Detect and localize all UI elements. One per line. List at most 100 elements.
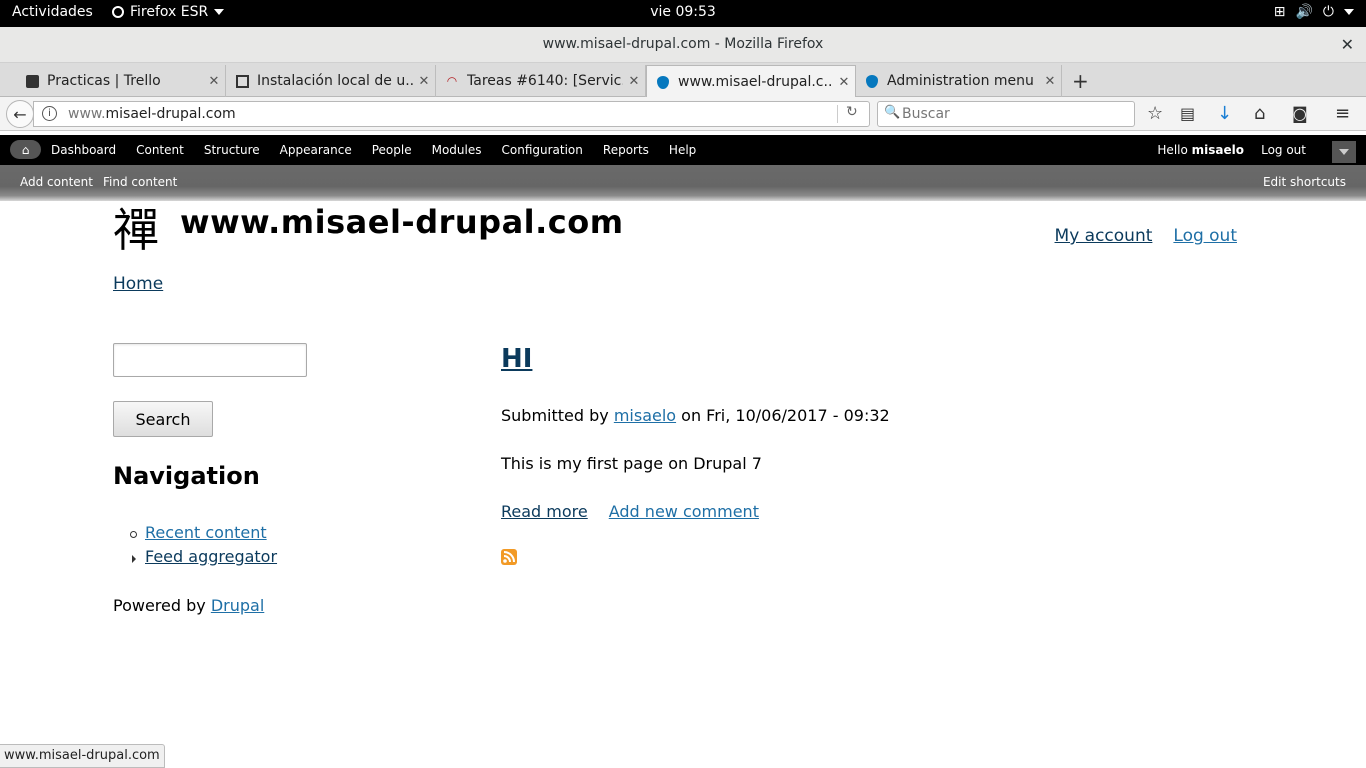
shortcuts-bar: Add content Find content Edit shortcuts [0,165,1366,201]
navigation-title: Navigation [113,462,260,490]
drupal-link[interactable]: Drupal [211,596,264,615]
power-icon: ⏻ [1322,4,1334,20]
system-top-bar: Actividades Firefox ESR vie 09:53 ⊞ 🔊 ⏻ [0,0,1366,27]
pocket-icon[interactable]: ◙ [1292,104,1308,123]
web-search-input[interactable] [902,104,1122,124]
recent-content-link[interactable]: Recent content [145,523,267,542]
drupal-icon [864,73,880,89]
node-submitted: Submitted by misaelo on Fri, 10/06/2017 … [501,406,890,425]
shortcuts-toggle[interactable] [1332,141,1356,163]
my-account-link[interactable]: My account [1055,226,1153,246]
chevron-down-icon [214,9,225,15]
hamburger-menu-icon[interactable]: ≡ [1335,103,1350,124]
toolbar-logout-link[interactable]: Log out [1261,143,1306,157]
window-title: www.misael-drupal.com - Mozilla Firefox [542,36,824,52]
collapsed-arrow-icon [132,555,136,563]
add-comment-link[interactable]: Add new comment [609,502,759,521]
close-window-icon[interactable]: ✕ [1341,35,1354,54]
breadcrumb-home[interactable]: Home [113,274,163,294]
user-link[interactable]: misaelo [1192,143,1244,157]
tab-label: Administration menu |... [887,73,1039,89]
volume-icon: 🔊 [1295,4,1313,20]
clock[interactable]: vie 09:53 [650,4,716,20]
drupal-admin-toolbar: ⌂ Dashboard Content Structure Appearance… [0,135,1366,165]
tab-strip: Practicas | Trello ✕ Instalación local d… [0,63,1366,98]
feed-aggregator-link[interactable]: Feed aggregator [145,547,277,566]
admin-menu-people[interactable]: People [372,143,412,157]
bookmark-star-icon[interactable]: ☆ [1147,103,1163,124]
firefox-app-icon [112,6,124,18]
app-menu-label: Firefox ESR [130,4,209,20]
rss-feed-icon[interactable] [501,549,517,565]
app-menu[interactable]: Firefox ESR [112,4,225,20]
shortcut-add-content[interactable]: Add content [20,175,93,189]
site-name[interactable]: www.misael-drupal.com [180,203,624,241]
powered-by: Powered by Drupal [113,596,265,615]
activities-button[interactable]: Actividades [12,4,93,20]
home-icon[interactable]: ⌂ [1254,103,1265,124]
divider [837,105,838,123]
window-titlebar: www.misael-drupal.com - Mozilla Firefox … [0,27,1366,63]
tab-trello[interactable]: Practicas | Trello ✕ [16,65,226,97]
tab-label: Tareas #6140: [Servic... [467,73,623,89]
search-input[interactable] [113,343,307,377]
tab-administration-menu[interactable]: Administration menu |... ✕ [856,65,1062,97]
search-button[interactable]: Search [113,401,213,437]
search-icon: 🔍 [884,105,901,120]
tab-label: Practicas | Trello [47,73,161,89]
admin-menu-help[interactable]: Help [669,143,696,157]
shortcut-find-content[interactable]: Find content [103,175,177,189]
trello-icon [24,73,40,89]
admin-menu-modules[interactable]: Modules [432,143,482,157]
info-icon[interactable]: i [42,106,57,121]
web-search-box[interactable]: 🔍 [877,101,1135,127]
redmine-icon: ◠ [446,74,458,88]
admin-menu-dashboard[interactable]: Dashboard [51,143,116,157]
close-tab-icon[interactable]: ✕ [203,74,225,89]
home-icon[interactable]: ⌂ [10,140,41,159]
close-tab-icon[interactable]: ✕ [623,74,645,89]
url-text[interactable]: www.misael-drupal.com [68,106,236,122]
admin-menu-reports[interactable]: Reports [603,143,649,157]
node-links: Read more Add new comment [501,502,759,521]
admin-menu-configuration[interactable]: Configuration [502,143,583,157]
tab-label: Instalación local de u... [257,73,413,89]
site-logo[interactable]: 禪 [113,205,159,255]
list-item: Feed aggregator [113,547,277,571]
user-greeting: Hello misaelo [1157,143,1244,157]
author-link[interactable]: misaelo [614,406,676,425]
new-tab-icon[interactable]: + [1072,69,1089,93]
drupal-icon [655,74,671,90]
url-bar[interactable]: i www.misael-drupal.com ↻ [33,101,870,127]
edit-shortcuts-link[interactable]: Edit shortcuts [1263,175,1346,189]
log-out-link[interactable]: Log out [1173,226,1237,246]
navigation-bar: ← i www.misael-drupal.com ↻ 🔍 ☆ ▤ ↓ ⌂ ◙ … [0,97,1366,131]
close-tab-icon[interactable]: ✕ [1039,74,1061,89]
chevron-down-icon [1339,149,1349,155]
tab-instalacion[interactable]: Instalación local de u... ✕ [226,65,436,97]
tab-label: www.misael-drupal.c... [678,74,833,90]
browser-status-bar: www.misael-drupal.com [0,744,165,768]
system-tray[interactable]: ⊞ 🔊 ⏻ [1274,4,1354,20]
tab-misael-drupal[interactable]: www.misael-drupal.c... ✕ [646,65,856,98]
admin-menu-appearance[interactable]: Appearance [280,143,352,157]
tab-tareas[interactable]: ◠ Tareas #6140: [Servic... ✕ [436,65,646,97]
back-arrow-icon[interactable]: ← [6,100,34,128]
close-tab-icon[interactable]: ✕ [833,75,855,90]
node-title[interactable]: HI [501,344,532,374]
network-icon: ⊞ [1273,4,1286,20]
circle-bullet-icon [130,531,137,538]
close-tab-icon[interactable]: ✕ [413,74,435,89]
page-content: 禪 www.misael-drupal.com My account Log o… [0,201,1366,741]
download-arrow-icon[interactable]: ↓ [1217,103,1232,124]
admin-menu: Dashboard Content Structure Appearance P… [51,143,716,157]
admin-menu-content[interactable]: Content [136,143,184,157]
node-body: This is my first page on Drupal 7 [501,454,762,473]
admin-menu-structure[interactable]: Structure [204,143,260,157]
bookmarks-list-icon[interactable]: ▤ [1180,104,1195,123]
reload-icon[interactable]: ↻ [846,104,858,120]
read-more-link[interactable]: Read more [501,502,588,521]
chevron-down-icon [1344,9,1354,15]
navigation-menu: Recent content Feed aggregator [113,523,277,571]
secondary-menu: My account Log out [1055,226,1237,246]
